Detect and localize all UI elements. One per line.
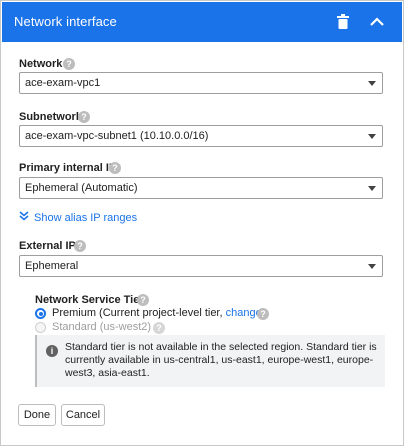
help-icon[interactable]: ? [63,58,75,70]
primary-ip-select[interactable]: Ephemeral (Automatic) [19,177,383,199]
alias-link-label: Show alias IP ranges [34,212,138,224]
double-chevron-down-icon [19,211,29,224]
help-icon[interactable]: ? [78,111,90,123]
external-ip-label: External IP [19,240,76,252]
network-value: ace-exam-vpc1 [25,77,101,89]
tier-info-box: i Standard tier is not available in the … [35,335,385,387]
help-icon[interactable]: ? [257,308,269,320]
help-icon[interactable]: ? [109,162,121,174]
dropdown-arrow-icon [368,81,376,86]
primary-ip-value: Ephemeral (Automatic) [25,182,138,194]
trash-icon[interactable] [336,14,350,30]
subnetwork-label: Subnetwork [19,111,82,123]
network-label: Network [19,58,63,70]
dropdown-arrow-icon [368,134,376,139]
subnetwork-value: ace-exam-vpc-subnet1 (10.10.0.0/16) [25,130,209,142]
network-service-tier-label: Network Service Tier [35,294,144,306]
premium-tier-label: Premium (Current project-level tier, cha… [52,307,265,319]
info-icon: i [46,345,58,357]
dropdown-arrow-icon [368,264,376,269]
premium-tier-radio[interactable] [35,308,46,319]
help-icon[interactable]: ? [153,322,165,334]
subnetwork-select[interactable]: ace-exam-vpc-subnet1 (10.10.0.0/16) [19,125,383,147]
external-ip-select[interactable]: Ephemeral [19,255,383,277]
panel-title: Network interface [14,14,117,29]
standard-tier-label: Standard (us-west2) [52,321,152,333]
network-select[interactable]: ace-exam-vpc1 [19,72,383,94]
cancel-button[interactable]: Cancel [61,404,105,426]
chevron-up-icon[interactable] [368,14,386,30]
external-ip-value: Ephemeral [25,260,79,272]
panel-header: Network interface [2,2,402,42]
tier-info-text: Standard tier is not available in the se… [65,341,377,379]
primary-ip-label: Primary internal IP [19,162,117,174]
help-icon[interactable]: ? [137,294,149,306]
standard-tier-radio [35,322,46,333]
network-interface-panel: Network interface Network ? ace-exam-vpc… [0,0,404,446]
done-button[interactable]: Done [18,404,56,426]
help-icon[interactable]: ? [74,240,86,252]
dropdown-arrow-icon [368,186,376,191]
show-alias-ip-ranges-link[interactable]: Show alias IP ranges [19,211,137,224]
